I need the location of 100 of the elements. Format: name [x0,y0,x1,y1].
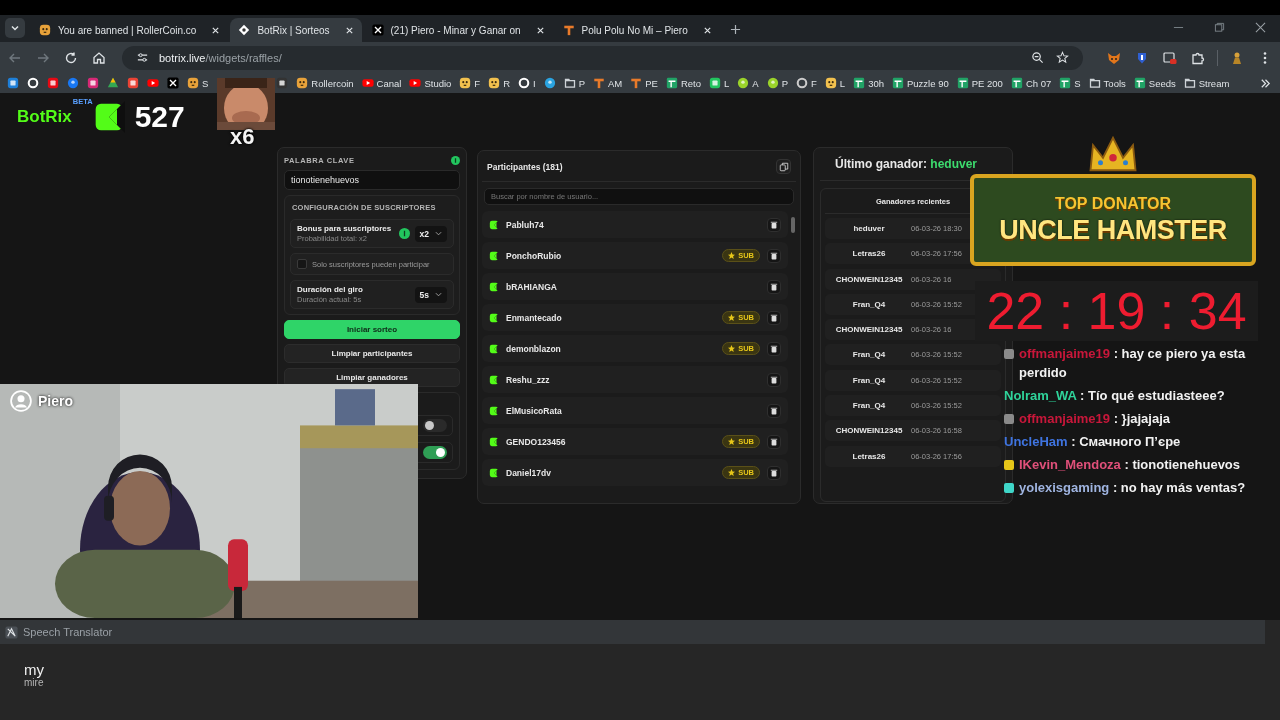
bookmark[interactable]: PE 200 [955,77,1004,89]
home-icon[interactable] [92,50,106,65]
browser-tab[interactable]: BotRix | Sorteos [230,18,362,42]
tab-title: You are banned | RollerCoin.co [58,24,197,36]
restore-icon[interactable] [1214,22,1225,33]
info-icon[interactable] [398,228,410,239]
bookmark[interactable]: F [795,77,818,89]
close-icon[interactable] [1255,22,1266,33]
delete-button[interactable] [767,434,781,449]
tab-title: Polu Polu No Mi – Piero [581,24,688,36]
bookmark-label: L [839,77,846,89]
star-icon [728,252,736,259]
translation-text: mire [24,677,44,688]
bookmark[interactable]: PE [629,77,659,89]
browser-tab[interactable]: Polu Polu No Mi – Piero [554,18,720,42]
bookmark[interactable]: Reto [664,77,703,89]
shield-extension-icon[interactable] [1135,50,1149,65]
logo-icon [489,281,499,292]
delete-button[interactable] [767,465,781,480]
delete-button[interactable] [767,279,781,294]
info-icon[interactable] [451,156,460,165]
participant-name: demonblazon [506,343,562,354]
trash-icon [770,468,778,477]
bookmark-label: L [724,77,730,89]
bookmark[interactable]: Rollercoin [295,77,355,89]
translate-icon [5,625,18,639]
star-icon [728,345,736,352]
bookmark[interactable]: Stream [1182,77,1231,89]
delete-button[interactable] [767,217,781,232]
bookmark[interactable]: S [186,77,210,89]
bookmark-star-icon[interactable] [1056,51,1069,64]
star-icon [728,438,736,445]
reload-icon[interactable] [64,50,78,65]
copy-button[interactable] [776,159,791,174]
trash-icon [770,437,778,446]
toggle-switch[interactable] [423,419,447,432]
tab-search-button[interactable] [5,18,25,38]
bookmark[interactable]: L [823,77,847,89]
logo-icon [489,374,499,385]
bookmark[interactable]: Seeds [1132,77,1177,89]
bookmark[interactable]: F [458,77,482,89]
bookmark[interactable]: S [1058,77,1082,89]
bookmark-label: S [1074,77,1081,89]
tab-title: (21) Piero - Minar y Ganar on [390,24,521,36]
bookmark[interactable]: Canal [360,77,403,89]
zoom-icon[interactable] [1031,51,1044,64]
profile-icon[interactable] [1230,50,1244,65]
bookmark[interactable]: Ch 07 [1009,77,1053,89]
delete-button[interactable] [767,310,781,325]
brand-name: BotRix [17,107,72,127]
delete-button[interactable] [767,403,781,418]
bookmark[interactable]: L [708,77,731,89]
site-info-icon[interactable] [136,51,149,64]
bookmark-label: P [578,77,586,89]
bookmark-label: P [781,77,789,89]
tab-icon [562,24,575,36]
bookmark-label: 30h [868,77,884,89]
participant-name: Daniel17dv [506,467,552,478]
delete-button[interactable] [767,372,781,387]
browser-tab[interactable]: (21) Piero - Minar y Ganar on [363,18,553,42]
bookmark-label: F [474,77,481,89]
participant-name: Pabluh74 [506,219,545,230]
bookmark-label: Studio [424,77,452,89]
bookmark[interactable]: 30h [852,77,885,89]
bookmark[interactable]: R [487,77,512,89]
action-button[interactable]: Limpiar participantes [284,344,460,363]
streamer-name: Piero [38,393,73,409]
extensions-icon[interactable] [1191,50,1205,65]
winner-name: Fran_Q4 [851,375,887,385]
star-icon [728,469,736,476]
bookmark[interactable]: P [562,77,587,89]
browser-tab[interactable]: You are banned | RollerCoin.co [31,18,229,42]
bookmark-label: I [533,77,536,89]
delete-button[interactable] [767,248,781,263]
trash-icon [770,344,778,353]
participant-name: Enmantecado [506,312,563,323]
bookmark[interactable]: Tools [1087,77,1127,89]
bookmark[interactable]: Puzzle 90 [891,77,950,89]
bookmark[interactable]: Studio [408,77,453,89]
bookmark[interactable]: A [736,77,760,89]
new-tab-icon[interactable] [729,24,741,35]
toggle-switch[interactable] [423,446,447,459]
bookmark[interactable]: I [517,77,537,89]
winner-name: CHONWEIN12345 [834,426,904,436]
banner-title: TOP DONATOR [1054,194,1172,213]
trash-icon [770,375,778,384]
bookmark[interactable]: P [765,77,790,89]
select-dropdown[interactable]: 5s [414,286,447,303]
select-dropdown[interactable]: x2 [414,225,447,242]
trash-icon [770,220,778,229]
delete-button[interactable] [767,341,781,356]
keyword-field[interactable]: tionotienehuevos [284,170,460,190]
address-bar[interactable]: botrix.live/widgets/raffles/ [122,45,1083,70]
fox-extension-icon[interactable] [1107,50,1121,65]
bookmark[interactable]: AM [592,77,624,89]
action-button[interactable]: Iniciar sorteo [284,320,460,339]
bookmark-label: Seeds [1148,77,1176,89]
panel-title: Participantes (181) [487,161,563,172]
checkbox[interactable] [297,259,307,269]
card-extension-icon[interactable] [1163,50,1177,65]
